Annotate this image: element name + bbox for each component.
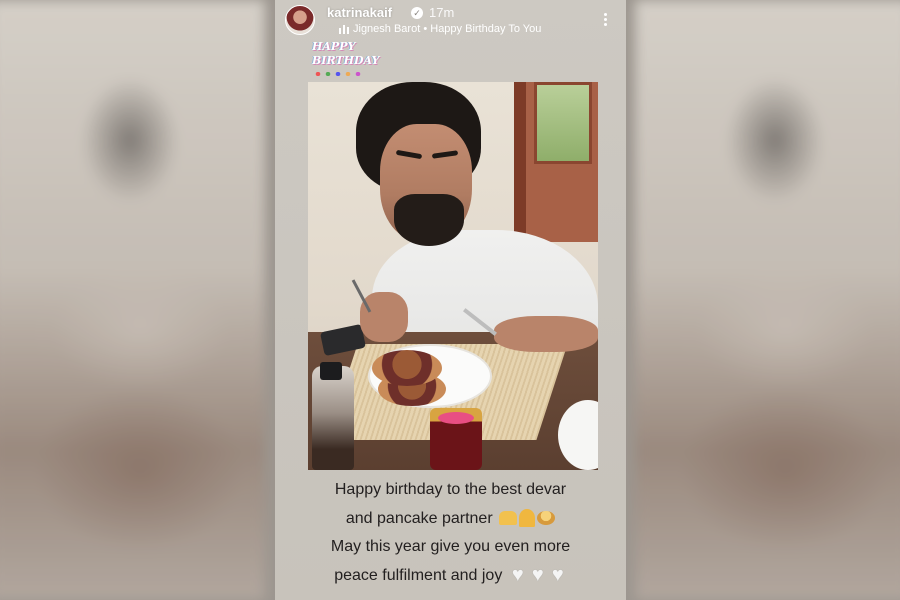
caption-line-3: May this year give you even more — [330, 538, 571, 555]
story-viewer: katrinakaif ✓ 17m Jignesh Barot • Happy … — [0, 0, 900, 600]
photo-syrup-bottle — [312, 366, 354, 470]
heart-hands-emoji — [499, 511, 518, 526]
caption-line-4: peace fulfilment and joy ♥ ♥ ♥ — [275, 562, 626, 591]
music-separator: • — [423, 23, 428, 35]
music-song: Happy Birthday To You — [430, 23, 542, 35]
white-heart-emoji: ♥ — [511, 564, 524, 587]
happy-birthday-sticker: HAPPY BIRTHDAY — [312, 40, 380, 76]
story-card[interactable]: katrinakaif ✓ 17m Jignesh Barot • Happy … — [275, 0, 626, 600]
photo-window — [534, 82, 592, 164]
caption-line-1: Happy birthday to the best devar — [334, 481, 567, 498]
verified-badge-icon: ✓ — [411, 7, 423, 19]
pancakes-emoji — [537, 511, 556, 526]
avatar[interactable] — [285, 5, 315, 35]
photo-arm-right — [494, 316, 598, 352]
music-artist: Jignesh Barot — [353, 23, 421, 35]
backdrop-shade-right — [625, 0, 900, 600]
white-heart-emoji: ♥ — [531, 564, 544, 587]
folded-hands-emoji — [519, 509, 536, 528]
photo-bottle-cap — [320, 362, 342, 380]
sticker-line-2: BIRTHDAY — [312, 54, 380, 67]
sticker-line-1: HAPPY — [312, 40, 356, 53]
music-attribution[interactable]: Jignesh Barot • Happy Birthday To You — [353, 23, 541, 35]
caption-line-4-text: peace fulfilment and joy — [334, 566, 503, 584]
time-ago: 17m — [429, 5, 455, 20]
story-caption: Happy birthday to the best devar and pan… — [275, 476, 626, 590]
photo-pancake — [372, 350, 442, 386]
photo-jam-label — [438, 412, 474, 424]
photo-arm-left — [360, 292, 408, 342]
music-bars-icon — [339, 25, 349, 34]
story-photo — [308, 82, 598, 470]
story-header: katrinakaif ✓ 17m Jignesh Barot • Happy … — [285, 5, 616, 41]
white-heart-emoji: ♥ — [551, 564, 564, 587]
photo-beard — [394, 194, 464, 246]
sticker-confetti — [314, 72, 366, 76]
backdrop-shade-left — [0, 0, 275, 600]
username[interactable]: katrinakaif — [327, 5, 392, 20]
caption-line-2: and pancake partner — [275, 505, 626, 534]
more-vertical-icon[interactable] — [602, 13, 608, 29]
caption-line-2-text: and pancake partner — [345, 509, 493, 527]
